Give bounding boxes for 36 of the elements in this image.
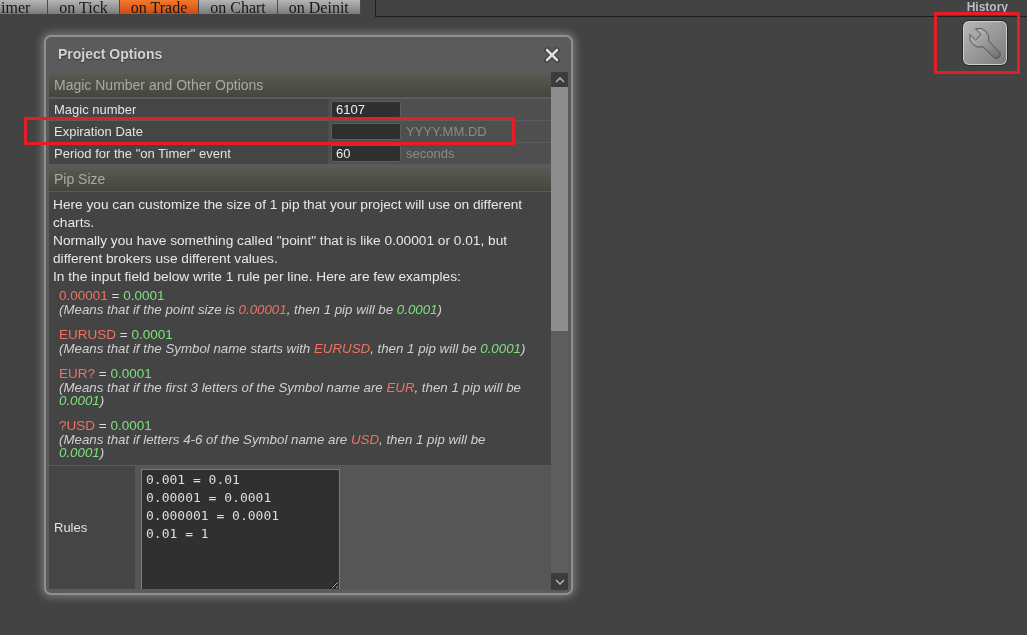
rules-label: Rules xyxy=(54,518,88,537)
description-text: Here you can customize the size of 1 pip that your project will use on different charts. xyxy=(53,196,524,232)
example-explanation: (Means that if letters 4-6 of the Symbol name are USD, then 1 pip will be 0.0001) xyxy=(59,433,487,459)
option-label: Period for the "on Timer" event xyxy=(49,143,328,164)
settings-button[interactable] xyxy=(962,20,1008,66)
example-rule: 0.00001 = 0.0001 xyxy=(59,289,166,303)
example-explanation: (Means that if the point size is 0.00001, then 1 pip will be 0.0001) xyxy=(59,303,443,316)
chevron-up-icon xyxy=(554,76,565,83)
field-hint: seconds xyxy=(406,144,455,163)
event-tab[interactable]: on Trade xyxy=(119,0,200,14)
description-text: In the input field below write 1 rule per line. Here are few examples: xyxy=(53,268,462,286)
example-explanation: (Means that if the first 3 letters of the Symbol name are EUR, then 1 pip will be 0.0001) xyxy=(59,381,522,407)
close-icon[interactable] xyxy=(544,46,560,63)
description-text: Normally you have something called "point" that is like 0.00001 or 0.01, but different brokers use different values. xyxy=(53,232,509,268)
chevron-down-icon xyxy=(554,578,565,585)
event-tab[interactable]: on Tick xyxy=(48,0,120,14)
event-tab[interactable]: on Chart xyxy=(199,0,278,14)
example-rule: ?USD = 0.0001 xyxy=(59,419,153,433)
rules-textarea[interactable]: 0.001 = 0.01 0.00001 = 0.0001 0.000001 = 0.0001 0.01 = 1 xyxy=(141,469,340,589)
dialog-title: Project Options xyxy=(58,45,163,64)
history-label: History xyxy=(966,0,1009,16)
wrench-icon xyxy=(968,26,1002,60)
scroll-up-button[interactable] xyxy=(551,72,568,87)
input-field[interactable]: 60 xyxy=(331,145,401,162)
scroll-down-button[interactable] xyxy=(551,573,568,590)
section-header: Magic Number and Other Options xyxy=(49,74,551,97)
field-hint: YYYY.MM.DD xyxy=(406,122,487,141)
event-tab[interactable]: on Deinit xyxy=(277,0,361,14)
event-tab[interactable]: imer xyxy=(0,0,49,14)
section-header: Pip Size xyxy=(49,168,551,191)
example-explanation: (Means that if the Symbol name starts with EURUSD, then 1 pip will be 0.0001) xyxy=(59,342,527,355)
example-rule: EURUSD = 0.0001 xyxy=(59,328,174,342)
scrollbar-thumb[interactable] xyxy=(551,87,568,331)
option-label: Expiration Date xyxy=(49,121,328,142)
input-field[interactable] xyxy=(331,123,401,140)
example-rule: EUR? = 0.0001 xyxy=(59,367,153,381)
